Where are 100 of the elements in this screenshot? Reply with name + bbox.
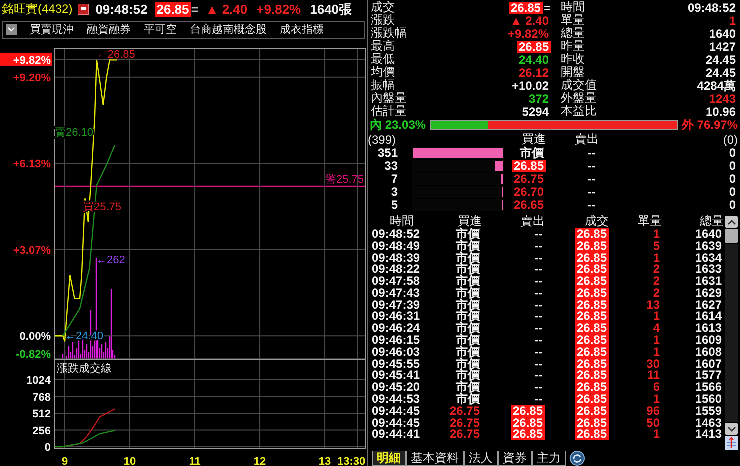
table-cell-text: 26.75 bbox=[448, 404, 481, 417]
quote-time: 09:48:52 bbox=[94, 2, 149, 18]
stock-tag[interactable]: 買賣現沖 bbox=[30, 22, 74, 38]
column-header: 買進 bbox=[458, 212, 482, 228]
table-cell: 26.85 bbox=[510, 404, 545, 417]
price-change: ▲ 2.40 bbox=[204, 2, 249, 18]
table-cell-text: -- bbox=[534, 240, 544, 252]
column-header: 單量 bbox=[638, 212, 662, 230]
panel-tab[interactable]: 明細 bbox=[372, 451, 406, 466]
ask-price: -- bbox=[587, 198, 597, 210]
column-header: 買進 bbox=[522, 131, 546, 146]
quote-label: 均價 bbox=[371, 66, 396, 79]
table-cell: 26.85 bbox=[574, 416, 609, 429]
scrollbar-thumb[interactable] bbox=[725, 229, 738, 243]
table-cell: 26.85 bbox=[574, 428, 609, 440]
table-cell-text: 市價 bbox=[455, 369, 481, 382]
quote-label: 最低 bbox=[371, 53, 396, 66]
bid-quantity: 7 bbox=[390, 172, 399, 184]
table-cell-text: 5 bbox=[652, 240, 661, 252]
table-cell-text: 市價 bbox=[455, 334, 481, 346]
axis-tick-label: 9 bbox=[62, 456, 68, 466]
quote-value: 1427 bbox=[708, 40, 737, 52]
stock-tag[interactable]: 平可空 bbox=[144, 22, 177, 38]
scroll-down-button[interactable] bbox=[725, 423, 738, 435]
table-cell-text: 09:44:45 bbox=[372, 416, 422, 430]
panel-tab[interactable]: 主力 bbox=[532, 451, 566, 466]
chart-annotation: 賣26.10 bbox=[55, 126, 94, 139]
axis-tick-label: 0.00% bbox=[20, 330, 51, 343]
ask-quantity: 0 bbox=[728, 160, 737, 172]
table-cell-text: 09:44:41 bbox=[372, 427, 422, 442]
table-cell-text: 1 bbox=[653, 310, 661, 322]
table-cell-text: 13 bbox=[646, 298, 661, 311]
quote-value: 09:48:52 bbox=[686, 2, 737, 14]
ask-quantity: 0 bbox=[729, 146, 736, 158]
quote-value: 26.85 bbox=[508, 2, 543, 14]
quote-value: 1 bbox=[728, 14, 737, 26]
table-cell-text: 市價 bbox=[455, 346, 481, 358]
ask-quantity: 0 bbox=[728, 198, 737, 210]
table-cell: 26.85 bbox=[574, 334, 609, 346]
table-cell-text: 26.75 bbox=[448, 428, 481, 440]
table-cell-text: -- bbox=[534, 275, 544, 288]
table-cell: 26.85 bbox=[510, 416, 545, 429]
table-cell-text: 09:45:55 bbox=[372, 356, 422, 371]
table-cell-text: 市價 bbox=[455, 240, 481, 252]
table-cell-text: 1640 bbox=[694, 228, 723, 240]
quote-label: 內盤量 bbox=[371, 92, 408, 105]
quote-value: +9.82% bbox=[506, 28, 550, 40]
table-cell-text: 2 bbox=[652, 275, 661, 288]
axis-tick-label: 256 bbox=[32, 424, 51, 437]
table-cell-text: 6 bbox=[652, 381, 661, 394]
table-cell-text: 市價 bbox=[455, 393, 481, 406]
bid-price: 26.85 bbox=[512, 160, 546, 172]
ask-total: (0) bbox=[723, 132, 738, 146]
quote-value: 1243 bbox=[708, 92, 737, 104]
table-cell: 26.85 bbox=[510, 428, 545, 440]
quote-value: 24.45 bbox=[704, 66, 737, 78]
table-cell-text: 1639 bbox=[694, 240, 723, 252]
quote-label: 成交值 bbox=[560, 79, 598, 92]
quote-value: 24.40 bbox=[518, 54, 550, 66]
quote-label: 總量 bbox=[560, 27, 586, 40]
dropdown-icon[interactable] bbox=[6, 24, 17, 36]
bid-quantity: 33 bbox=[384, 160, 399, 172]
alert-label: 警25.75 bbox=[325, 174, 364, 186]
axis-tick-label: 13:30 bbox=[337, 456, 366, 466]
ask-quantity: 0 bbox=[728, 186, 737, 198]
stock-tag[interactable]: 台商越南概念股 bbox=[190, 22, 267, 38]
axis-tick-label: 12 bbox=[254, 456, 266, 466]
table-cell-text: -- bbox=[534, 228, 544, 240]
stock-name: 銘旺實(4432) bbox=[2, 1, 73, 18]
panel-tab[interactable]: 法人 bbox=[464, 451, 498, 466]
bid-price: 26.70 bbox=[512, 186, 545, 198]
refresh-icon[interactable] bbox=[570, 451, 585, 466]
ask-price: -- bbox=[587, 186, 597, 198]
chevron-up-icon bbox=[728, 220, 736, 224]
table-cell-text: 1 bbox=[652, 346, 661, 358]
scroll-up-button[interactable] bbox=[725, 216, 738, 228]
table-cell-text: 1608 bbox=[694, 346, 723, 358]
axis-tick-label: +9.82% bbox=[0, 52, 52, 66]
column-header: 賣出 bbox=[521, 212, 545, 230]
panel-tab[interactable]: 基本資料 bbox=[406, 451, 464, 466]
table-cell: 26.85 bbox=[574, 286, 609, 299]
panel-tab[interactable]: 資券 bbox=[498, 451, 532, 466]
table-cell-text: 09:46:24 bbox=[372, 321, 422, 336]
table-cell: 26.85 bbox=[574, 358, 609, 370]
stock-tag[interactable]: 成衣指標 bbox=[280, 22, 324, 38]
table-cell-text: -- bbox=[534, 334, 544, 346]
axis-tick-label: 11 bbox=[189, 456, 201, 466]
table-cell: 26.85 bbox=[574, 228, 609, 240]
table-cell-text: -- bbox=[534, 263, 544, 276]
table-cell-text: -- bbox=[534, 252, 544, 264]
table-cell-text: 1631 bbox=[694, 275, 723, 288]
quote-value: 10.96 bbox=[704, 106, 737, 118]
table-cell: 26.85 bbox=[574, 404, 609, 417]
quote-value: 24.45 bbox=[704, 54, 737, 66]
table-cell: 26.85 bbox=[574, 275, 609, 288]
table-cell: 26.85 bbox=[574, 369, 609, 382]
table-cell-text: 1463 bbox=[694, 416, 723, 429]
stock-tag[interactable]: 融資融券 bbox=[87, 22, 131, 38]
table-cell-text: 1 bbox=[652, 252, 661, 264]
axis-tick-label: +6.13% bbox=[13, 158, 51, 170]
